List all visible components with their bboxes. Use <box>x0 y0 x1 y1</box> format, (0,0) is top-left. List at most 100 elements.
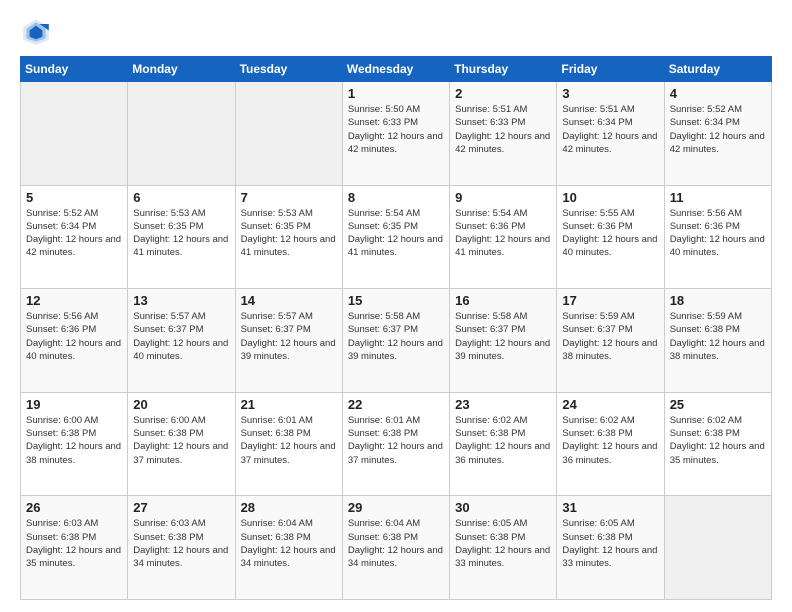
day-number: 10 <box>562 190 658 205</box>
day-number: 9 <box>455 190 551 205</box>
calendar-cell: 31 Sunrise: 6:05 AMSunset: 6:38 PMDayligh… <box>557 496 664 600</box>
calendar-cell: 15Sunrise: 5:58 AMSunset: 6:37 PMDayligh… <box>342 289 449 393</box>
calendar-cell: 14Sunrise: 5:57 AMSunset: 6:37 PMDayligh… <box>235 289 342 393</box>
page: SundayMondayTuesdayWednesdayThursdayFrid… <box>0 0 792 612</box>
week-row-2: 5Sunrise: 5:52 AMSunset: 6:34 PMDaylight… <box>21 185 772 289</box>
day-info: Sunrise: 5:57 AMSunset: 6:37 PMDaylight:… <box>241 310 337 363</box>
day-number: 11 <box>670 190 766 205</box>
day-number: 25 <box>670 397 766 412</box>
day-number: 19 <box>26 397 122 412</box>
calendar-cell: 18Sunrise: 5:59 AMSunset: 6:38 PMDayligh… <box>664 289 771 393</box>
day-info: Sunrise: 6:05 AMSunset: 6:38 PMDaylight:… <box>455 517 551 570</box>
calendar-cell: 26 Sunrise: 6:03 AMSunset: 6:38 PMDayligh… <box>21 496 128 600</box>
day-number: 31 <box>562 500 658 515</box>
day-info: Sunrise: 5:53 AMSunset: 6:35 PMDaylight:… <box>241 207 337 260</box>
day-number: 17 <box>562 293 658 308</box>
day-info: Sunrise: 6:02 AMSunset: 6:38 PMDaylight:… <box>670 414 766 467</box>
day-number: 15 <box>348 293 444 308</box>
calendar-cell: 24Sunrise: 6:02 AMSunset: 6:38 PMDayligh… <box>557 392 664 496</box>
day-info: Sunrise: 6:04 AMSunset: 6:38 PMDaylight:… <box>241 517 337 570</box>
day-number: 20 <box>133 397 229 412</box>
day-info: Sunrise: 5:56 AMSunset: 6:36 PMDaylight:… <box>670 207 766 260</box>
calendar-cell: 8 Sunrise: 5:54 AMSunset: 6:35 PMDaylight… <box>342 185 449 289</box>
day-info: Sunrise: 5:52 AMSunset: 6:34 PMDaylight:… <box>26 207 122 260</box>
week-row-1: 1 Sunrise: 5:50 AMSunset: 6:33 PMDaylight… <box>21 82 772 186</box>
day-info: Sunrise: 5:59 AMSunset: 6:38 PMDaylight:… <box>670 310 766 363</box>
calendar-cell: 28 Sunrise: 6:04 AMSunset: 6:38 PMDayligh… <box>235 496 342 600</box>
day-number: 29 <box>348 500 444 515</box>
header <box>20 16 772 48</box>
day-number: 2 <box>455 86 551 101</box>
day-info: Sunrise: 6:00 AMSunset: 6:38 PMDaylight:… <box>133 414 229 467</box>
week-row-3: 12 Sunrise: 5:56 AMSunset: 6:36 PMDayligh… <box>21 289 772 393</box>
day-number: 16 <box>455 293 551 308</box>
calendar-body: 1 Sunrise: 5:50 AMSunset: 6:33 PMDaylight… <box>21 82 772 600</box>
day-number: 13 <box>133 293 229 308</box>
day-info: Sunrise: 6:02 AMSunset: 6:38 PMDaylight:… <box>562 414 658 467</box>
day-info: Sunrise: 5:50 AMSunset: 6:33 PMDaylight:… <box>348 103 444 156</box>
day-of-week-saturday: Saturday <box>664 57 771 82</box>
calendar-cell: 13 Sunrise: 5:57 AMSunset: 6:37 PMDayligh… <box>128 289 235 393</box>
calendar-cell: 10 Sunrise: 5:55 AMSunset: 6:36 PMDayligh… <box>557 185 664 289</box>
day-info: Sunrise: 5:57 AMSunset: 6:37 PMDaylight:… <box>133 310 229 363</box>
calendar-table: SundayMondayTuesdayWednesdayThursdayFrid… <box>20 56 772 600</box>
calendar-cell: 20 Sunrise: 6:00 AMSunset: 6:38 PMDayligh… <box>128 392 235 496</box>
logo <box>20 16 58 48</box>
day-of-week-monday: Monday <box>128 57 235 82</box>
day-info: Sunrise: 6:04 AMSunset: 6:38 PMDaylight:… <box>348 517 444 570</box>
day-number: 4 <box>670 86 766 101</box>
day-of-week-thursday: Thursday <box>450 57 557 82</box>
calendar-cell: 2Sunrise: 5:51 AMSunset: 6:33 PMDaylight… <box>450 82 557 186</box>
day-number: 22 <box>348 397 444 412</box>
calendar-cell <box>21 82 128 186</box>
day-number: 6 <box>133 190 229 205</box>
day-info: Sunrise: 6:05 AMSunset: 6:38 PMDaylight:… <box>562 517 658 570</box>
logo-icon <box>20 16 52 48</box>
calendar-cell: 25 Sunrise: 6:02 AMSunset: 6:38 PMDayligh… <box>664 392 771 496</box>
week-row-4: 19 Sunrise: 6:00 AMSunset: 6:38 PMDayligh… <box>21 392 772 496</box>
day-info: Sunrise: 5:56 AMSunset: 6:36 PMDaylight:… <box>26 310 122 363</box>
day-number: 27 <box>133 500 229 515</box>
day-info: Sunrise: 5:59 AMSunset: 6:37 PMDaylight:… <box>562 310 658 363</box>
calendar-cell <box>128 82 235 186</box>
day-of-week-tuesday: Tuesday <box>235 57 342 82</box>
calendar-cell: 19 Sunrise: 6:00 AMSunset: 6:38 PMDayligh… <box>21 392 128 496</box>
day-number: 26 <box>26 500 122 515</box>
calendar-cell: 1 Sunrise: 5:50 AMSunset: 6:33 PMDaylight… <box>342 82 449 186</box>
day-number: 21 <box>241 397 337 412</box>
day-info: Sunrise: 6:02 AMSunset: 6:38 PMDaylight:… <box>455 414 551 467</box>
calendar-cell <box>235 82 342 186</box>
week-row-5: 26 Sunrise: 6:03 AMSunset: 6:38 PMDayligh… <box>21 496 772 600</box>
calendar-cell: 30Sunrise: 6:05 AMSunset: 6:38 PMDayligh… <box>450 496 557 600</box>
day-info: Sunrise: 5:58 AMSunset: 6:37 PMDaylight:… <box>455 310 551 363</box>
day-number: 12 <box>26 293 122 308</box>
day-info: Sunrise: 5:54 AMSunset: 6:35 PMDaylight:… <box>348 207 444 260</box>
calendar-cell <box>664 496 771 600</box>
calendar-cell: 3Sunrise: 5:51 AMSunset: 6:34 PMDaylight… <box>557 82 664 186</box>
calendar-header: SundayMondayTuesdayWednesdayThursdayFrid… <box>21 57 772 82</box>
calendar-cell: 7 Sunrise: 5:53 AMSunset: 6:35 PMDaylight… <box>235 185 342 289</box>
days-of-week-row: SundayMondayTuesdayWednesdayThursdayFrid… <box>21 57 772 82</box>
day-number: 1 <box>348 86 444 101</box>
calendar-cell: 27 Sunrise: 6:03 AMSunset: 6:38 PMDayligh… <box>128 496 235 600</box>
calendar-cell: 11 Sunrise: 5:56 AMSunset: 6:36 PMDayligh… <box>664 185 771 289</box>
day-number: 23 <box>455 397 551 412</box>
day-info: Sunrise: 6:01 AMSunset: 6:38 PMDaylight:… <box>348 414 444 467</box>
day-info: Sunrise: 6:03 AMSunset: 6:38 PMDaylight:… <box>133 517 229 570</box>
calendar-cell: 5Sunrise: 5:52 AMSunset: 6:34 PMDaylight… <box>21 185 128 289</box>
day-info: Sunrise: 5:53 AMSunset: 6:35 PMDaylight:… <box>133 207 229 260</box>
day-info: Sunrise: 5:55 AMSunset: 6:36 PMDaylight:… <box>562 207 658 260</box>
calendar-cell: 21Sunrise: 6:01 AMSunset: 6:38 PMDayligh… <box>235 392 342 496</box>
day-of-week-sunday: Sunday <box>21 57 128 82</box>
day-number: 7 <box>241 190 337 205</box>
day-info: Sunrise: 5:51 AMSunset: 6:34 PMDaylight:… <box>562 103 658 156</box>
calendar-cell: 6 Sunrise: 5:53 AMSunset: 6:35 PMDaylight… <box>128 185 235 289</box>
day-number: 8 <box>348 190 444 205</box>
day-number: 28 <box>241 500 337 515</box>
day-info: Sunrise: 6:03 AMSunset: 6:38 PMDaylight:… <box>26 517 122 570</box>
calendar-cell: 23 Sunrise: 6:02 AMSunset: 6:38 PMDayligh… <box>450 392 557 496</box>
calendar-cell: 9Sunrise: 5:54 AMSunset: 6:36 PMDaylight… <box>450 185 557 289</box>
day-info: Sunrise: 6:00 AMSunset: 6:38 PMDaylight:… <box>26 414 122 467</box>
calendar-cell: 17 Sunrise: 5:59 AMSunset: 6:37 PMDayligh… <box>557 289 664 393</box>
day-info: Sunrise: 5:52 AMSunset: 6:34 PMDaylight:… <box>670 103 766 156</box>
